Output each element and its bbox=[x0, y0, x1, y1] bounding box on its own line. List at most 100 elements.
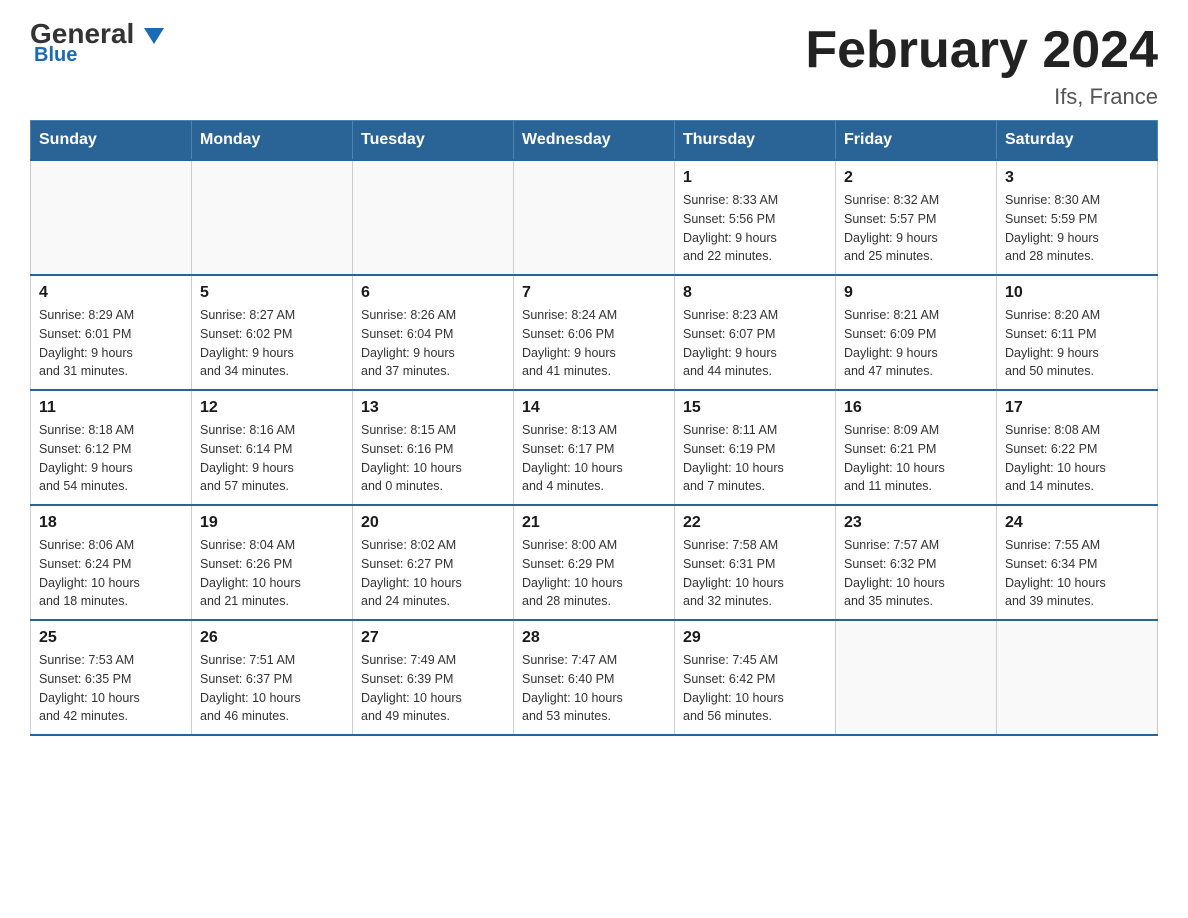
calendar-cell: 26 Sunrise: 7:51 AM Sunset: 6:37 PM Dayli… bbox=[192, 620, 353, 735]
day-info: Sunrise: 8:27 AM Sunset: 6:02 PM Dayligh… bbox=[200, 306, 344, 381]
day-info: Sunrise: 8:29 AM Sunset: 6:01 PM Dayligh… bbox=[39, 306, 183, 381]
calendar-cell: 18 Sunrise: 8:06 AM Sunset: 6:24 PM Dayli… bbox=[31, 505, 192, 620]
day-info: Sunrise: 8:24 AM Sunset: 6:06 PM Dayligh… bbox=[522, 306, 666, 381]
day-info: Sunrise: 7:58 AM Sunset: 6:31 PM Dayligh… bbox=[683, 536, 827, 611]
day-number: 27 bbox=[361, 629, 505, 647]
day-number: 17 bbox=[1005, 399, 1149, 417]
calendar-cell bbox=[997, 620, 1158, 735]
weekday-header-row: SundayMondayTuesdayWednesdayThursdayFrid… bbox=[31, 121, 1158, 161]
calendar-cell: 6Sunrise: 8:26 AM Sunset: 6:04 PM Daylig… bbox=[353, 275, 514, 390]
day-number: 22 bbox=[683, 514, 827, 532]
week-row-3: 11 Sunrise: 8:18 AM Sunset: 6:12 PM Dayli… bbox=[31, 390, 1158, 505]
day-info: Sunrise: 8:20 AM Sunset: 6:11 PM Dayligh… bbox=[1005, 306, 1149, 381]
day-info: Sunrise: 7:51 AM Sunset: 6:37 PM Dayligh… bbox=[200, 651, 344, 726]
calendar-cell: 17 Sunrise: 8:08 AM Sunset: 6:22 PM Dayli… bbox=[997, 390, 1158, 505]
day-info: Sunrise: 8:32 AM Sunset: 5:57 PM Dayligh… bbox=[844, 191, 988, 266]
day-info: Sunrise: 8:04 AM Sunset: 6:26 PM Dayligh… bbox=[200, 536, 344, 611]
calendar-cell: 10Sunrise: 8:20 AM Sunset: 6:11 PM Dayli… bbox=[997, 275, 1158, 390]
day-info: Sunrise: 8:15 AM Sunset: 6:16 PM Dayligh… bbox=[361, 421, 505, 496]
day-number: 9 bbox=[844, 284, 988, 302]
logo: General Blue bbox=[30, 20, 164, 67]
calendar-cell bbox=[192, 160, 353, 275]
calendar-cell bbox=[31, 160, 192, 275]
calendar-cell: 21 Sunrise: 8:00 AM Sunset: 6:29 PM Dayli… bbox=[514, 505, 675, 620]
calendar-cell: 3 Sunrise: 8:30 AM Sunset: 5:59 PM Daylig… bbox=[997, 160, 1158, 275]
day-info: Sunrise: 8:06 AM Sunset: 6:24 PM Dayligh… bbox=[39, 536, 183, 611]
calendar-cell: 1Sunrise: 8:33 AM Sunset: 5:56 PM Daylig… bbox=[675, 160, 836, 275]
weekday-header-sunday: Sunday bbox=[31, 121, 192, 161]
week-row-1: 1Sunrise: 8:33 AM Sunset: 5:56 PM Daylig… bbox=[31, 160, 1158, 275]
week-row-2: 4 Sunrise: 8:29 AM Sunset: 6:01 PM Daylig… bbox=[31, 275, 1158, 390]
weekday-header-thursday: Thursday bbox=[675, 121, 836, 161]
day-info: Sunrise: 8:30 AM Sunset: 5:59 PM Dayligh… bbox=[1005, 191, 1149, 266]
calendar-cell: 9 Sunrise: 8:21 AM Sunset: 6:09 PM Daylig… bbox=[836, 275, 997, 390]
day-info: Sunrise: 8:21 AM Sunset: 6:09 PM Dayligh… bbox=[844, 306, 988, 381]
day-number: 20 bbox=[361, 514, 505, 532]
calendar-cell bbox=[353, 160, 514, 275]
weekday-header-friday: Friday bbox=[836, 121, 997, 161]
title-area: February 2024 Ifs, France bbox=[805, 20, 1158, 110]
calendar-cell: 5 Sunrise: 8:27 AM Sunset: 6:02 PM Daylig… bbox=[192, 275, 353, 390]
calendar-cell: 4 Sunrise: 8:29 AM Sunset: 6:01 PM Daylig… bbox=[31, 275, 192, 390]
day-number: 5 bbox=[200, 284, 344, 302]
day-number: 15 bbox=[683, 399, 827, 417]
calendar-cell: 24Sunrise: 7:55 AM Sunset: 6:34 PM Dayli… bbox=[997, 505, 1158, 620]
day-info: Sunrise: 8:18 AM Sunset: 6:12 PM Dayligh… bbox=[39, 421, 183, 496]
day-number: 21 bbox=[522, 514, 666, 532]
day-info: Sunrise: 7:47 AM Sunset: 6:40 PM Dayligh… bbox=[522, 651, 666, 726]
calendar-cell: 2 Sunrise: 8:32 AM Sunset: 5:57 PM Daylig… bbox=[836, 160, 997, 275]
day-number: 23 bbox=[844, 514, 988, 532]
week-row-4: 18 Sunrise: 8:06 AM Sunset: 6:24 PM Dayli… bbox=[31, 505, 1158, 620]
day-number: 29 bbox=[683, 629, 827, 647]
day-number: 6 bbox=[361, 284, 505, 302]
day-info: Sunrise: 8:02 AM Sunset: 6:27 PM Dayligh… bbox=[361, 536, 505, 611]
day-info: Sunrise: 8:09 AM Sunset: 6:21 PM Dayligh… bbox=[844, 421, 988, 496]
day-info: Sunrise: 8:13 AM Sunset: 6:17 PM Dayligh… bbox=[522, 421, 666, 496]
day-number: 26 bbox=[200, 629, 344, 647]
day-number: 14 bbox=[522, 399, 666, 417]
day-info: Sunrise: 7:53 AM Sunset: 6:35 PM Dayligh… bbox=[39, 651, 183, 726]
calendar-cell: 20 Sunrise: 8:02 AM Sunset: 6:27 PM Dayli… bbox=[353, 505, 514, 620]
day-number: 16 bbox=[844, 399, 988, 417]
day-info: Sunrise: 8:08 AM Sunset: 6:22 PM Dayligh… bbox=[1005, 421, 1149, 496]
calendar-cell bbox=[514, 160, 675, 275]
weekday-header-tuesday: Tuesday bbox=[353, 121, 514, 161]
day-info: Sunrise: 8:23 AM Sunset: 6:07 PM Dayligh… bbox=[683, 306, 827, 381]
day-number: 4 bbox=[39, 284, 183, 302]
day-info: Sunrise: 8:11 AM Sunset: 6:19 PM Dayligh… bbox=[683, 421, 827, 496]
day-number: 24 bbox=[1005, 514, 1149, 532]
calendar-cell: 27 Sunrise: 7:49 AM Sunset: 6:39 PM Dayli… bbox=[353, 620, 514, 735]
logo-triangle-icon bbox=[144, 28, 164, 44]
day-number: 19 bbox=[200, 514, 344, 532]
calendar-cell: 23 Sunrise: 7:57 AM Sunset: 6:32 PM Dayli… bbox=[836, 505, 997, 620]
calendar-cell: 8Sunrise: 8:23 AM Sunset: 6:07 PM Daylig… bbox=[675, 275, 836, 390]
day-number: 18 bbox=[39, 514, 183, 532]
day-info: Sunrise: 8:16 AM Sunset: 6:14 PM Dayligh… bbox=[200, 421, 344, 496]
day-info: Sunrise: 7:45 AM Sunset: 6:42 PM Dayligh… bbox=[683, 651, 827, 726]
calendar-cell: 22 Sunrise: 7:58 AM Sunset: 6:31 PM Dayli… bbox=[675, 505, 836, 620]
day-info: Sunrise: 7:57 AM Sunset: 6:32 PM Dayligh… bbox=[844, 536, 988, 611]
calendar-cell: 14 Sunrise: 8:13 AM Sunset: 6:17 PM Dayli… bbox=[514, 390, 675, 505]
calendar-cell: 15 Sunrise: 8:11 AM Sunset: 6:19 PM Dayli… bbox=[675, 390, 836, 505]
calendar-cell: 11 Sunrise: 8:18 AM Sunset: 6:12 PM Dayli… bbox=[31, 390, 192, 505]
day-number: 28 bbox=[522, 629, 666, 647]
day-number: 3 bbox=[1005, 169, 1149, 187]
day-number: 13 bbox=[361, 399, 505, 417]
calendar-cell: 12 Sunrise: 8:16 AM Sunset: 6:14 PM Dayli… bbox=[192, 390, 353, 505]
calendar-title: February 2024 bbox=[805, 20, 1158, 80]
day-info: Sunrise: 8:00 AM Sunset: 6:29 PM Dayligh… bbox=[522, 536, 666, 611]
day-number: 2 bbox=[844, 169, 988, 187]
day-number: 7 bbox=[522, 284, 666, 302]
calendar-cell: 19 Sunrise: 8:04 AM Sunset: 6:26 PM Dayli… bbox=[192, 505, 353, 620]
week-row-5: 25Sunrise: 7:53 AM Sunset: 6:35 PM Dayli… bbox=[31, 620, 1158, 735]
day-number: 1 bbox=[683, 169, 827, 187]
calendar-cell: 29 Sunrise: 7:45 AM Sunset: 6:42 PM Dayli… bbox=[675, 620, 836, 735]
day-number: 11 bbox=[39, 399, 183, 417]
calendar-cell: 7 Sunrise: 8:24 AM Sunset: 6:06 PM Daylig… bbox=[514, 275, 675, 390]
day-info: Sunrise: 7:49 AM Sunset: 6:39 PM Dayligh… bbox=[361, 651, 505, 726]
day-number: 12 bbox=[200, 399, 344, 417]
calendar-cell: 16 Sunrise: 8:09 AM Sunset: 6:21 PM Dayli… bbox=[836, 390, 997, 505]
weekday-header-saturday: Saturday bbox=[997, 121, 1158, 161]
weekday-header-wednesday: Wednesday bbox=[514, 121, 675, 161]
calendar-location: Ifs, France bbox=[805, 84, 1158, 110]
